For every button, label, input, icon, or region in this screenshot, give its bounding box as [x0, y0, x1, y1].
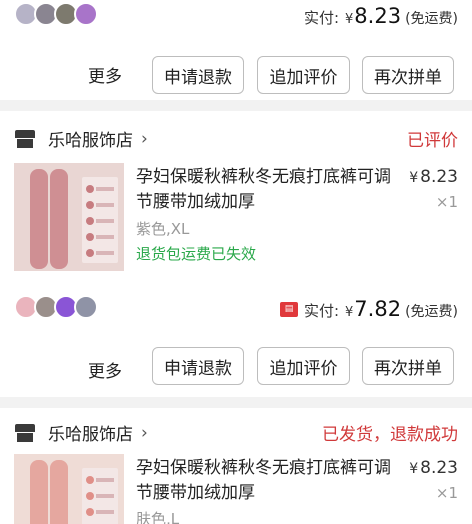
refund-button[interactable]: 申请退款: [152, 347, 244, 385]
store-name: 乐哈服饰店: [48, 131, 133, 151]
price-value: 8.23: [420, 458, 458, 478]
currency-symbol: ¥: [345, 12, 354, 27]
more-button[interactable]: 更多: [88, 62, 122, 87]
product-sku: 紫色,XL: [136, 220, 190, 238]
product-quantity: ×1: [435, 484, 458, 502]
order-card: 乐哈服饰店 › 已发货，退款成功 孕妇保暖秋裤秋冬无痕打底裤可调节腰带加绒加厚 …: [0, 408, 472, 524]
shipping-note: (免运费): [405, 11, 458, 27]
product-title[interactable]: 孕妇保暖秋裤秋冬无痕打底裤可调节腰带加绒加厚: [136, 456, 398, 506]
order-thumbnails[interactable]: [14, 295, 98, 321]
payment-summary: 实付: ¥ 8.23 (免运费): [304, 4, 458, 28]
product-image[interactable]: [14, 454, 124, 524]
chevron-right-icon: ›: [141, 422, 148, 443]
product-price: ¥8.23: [409, 167, 458, 187]
chevron-right-icon: ›: [141, 128, 148, 149]
currency-symbol: ¥: [345, 305, 354, 320]
product-thumbnail: [74, 295, 98, 319]
order-status: 已发货，退款成功: [322, 425, 458, 445]
rebuy-button[interactable]: 再次拼单: [362, 56, 454, 94]
currency-symbol: ¥: [409, 461, 419, 477]
payment-amount: 8.23: [354, 4, 402, 28]
currency-symbol: ¥: [409, 170, 419, 186]
order-card: 乐哈服饰店 › 已评价 孕妇保暖秋裤秋冬无痕打底裤可调节腰带加绒加厚 ¥8.23…: [0, 111, 472, 397]
add-review-button[interactable]: 追加评价: [257, 347, 350, 385]
refund-button[interactable]: 申请退款: [152, 56, 244, 94]
product-title[interactable]: 孕妇保暖秋裤秋冬无痕打底裤可调节腰带加绒加厚: [136, 165, 398, 215]
order-status: 已评价: [407, 131, 458, 151]
store-link[interactable]: 乐哈服饰店 ›: [14, 126, 148, 151]
store-name: 乐哈服饰店: [48, 425, 133, 445]
order-thumbnails[interactable]: [14, 2, 98, 28]
payment-summary: ▤ 实付: ¥ 7.82 (免运费): [279, 297, 458, 321]
payment-amount: 7.82: [354, 297, 402, 321]
store-icon: [14, 129, 36, 149]
product-quantity: ×1: [435, 193, 458, 211]
rebuy-button[interactable]: 再次拼单: [362, 347, 454, 385]
payment-label: 实付:: [303, 9, 340, 27]
store-link[interactable]: 乐哈服饰店 ›: [14, 420, 148, 445]
product-price: ¥8.23: [409, 458, 458, 478]
product-sku: 肤色,L: [136, 510, 180, 524]
return-shipping-notice: 退货包运费已失效: [136, 245, 257, 263]
price-value: 8.23: [420, 167, 458, 187]
store-icon: [14, 423, 36, 443]
red-envelope-icon: ▤: [279, 301, 298, 317]
payment-label: 实付:: [303, 302, 340, 320]
product-thumbnail: [74, 2, 98, 26]
shipping-note: (免运费): [405, 304, 458, 320]
more-button[interactable]: 更多: [88, 357, 122, 382]
order-card: 实付: ¥ 8.23 (免运费) 更多 申请退款 追加评价 再次拼单: [0, 0, 472, 100]
add-review-button[interactable]: 追加评价: [257, 56, 350, 94]
product-image[interactable]: [14, 163, 124, 271]
